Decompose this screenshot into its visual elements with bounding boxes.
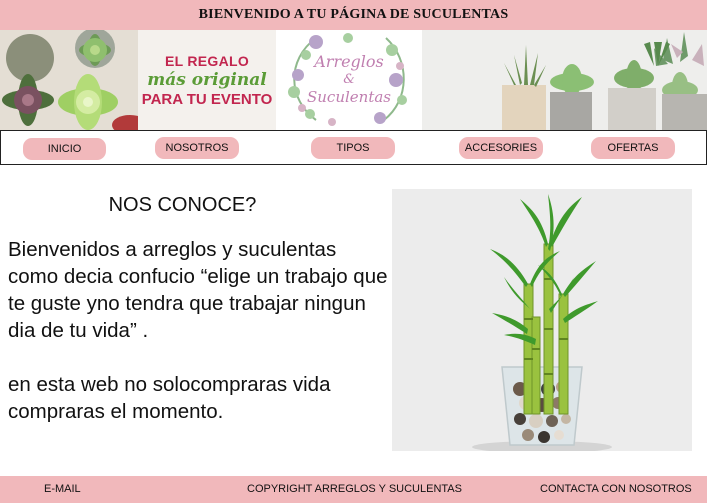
site-title: BIENVENIDO A TU PÁGINA DE SUCULENTAS [198,7,509,22]
section-title: NOS CONOCE? [108,194,257,216]
site-footer: E-MAIL COPYRIGHT ARREGLOS Y SUCULENTAS C… [0,476,707,503]
wreath-logo: Arreglos & Suculentas [276,30,422,130]
site-header: BIENVENIDO A TU PÁGINA DE SUCULENTAS [0,0,707,30]
footer-copyright: COPYRIGHT ARREGLOS Y SUCULENTAS [247,483,462,495]
nav-accesories-button[interactable]: ACCESORIES [459,137,543,159]
about-paragraph-2: en esta web no solocompraras vida compra… [8,373,331,423]
wreath-text-1: Arreglos [314,52,384,71]
wreath-text-3: Suculentas [306,88,391,106]
nav-ofertas-button[interactable]: OFERTAS [591,137,675,159]
about-text: Bienvenidos a arreglos y suculentas como… [8,236,390,452]
hero-banner: EL REGALO más original PARA TU EVENTO Ar… [0,30,707,130]
promo-line-3: PARA TU EVENTO [141,90,273,108]
potted-succulents-photo [422,30,707,130]
about-paragraph-1: Bienvenidos a arreglos y suculentas como… [8,238,388,342]
main-nav: INICIO NOSOTROS TIPOS ACCESORIES OFERTAS [0,130,707,165]
footer-email-link[interactable]: E-MAIL [44,483,81,495]
nav-inicio-button[interactable]: INICIO [23,138,106,160]
succulents-photo-left [0,30,138,130]
nav-nosotros-button[interactable]: NOSOTROS [155,137,239,159]
wreath-text-2: & [343,72,355,87]
footer-contact-link[interactable]: CONTACTA CON NOSOTROS [540,483,692,495]
promo-line-2: más original [147,69,267,90]
lucky-bamboo-photo [392,189,692,451]
promo-line-1: EL REGALO [164,52,250,69]
nav-tipos-button[interactable]: TIPOS [311,137,395,159]
promo-tile: EL REGALO más original PARA TU EVENTO [138,30,276,130]
